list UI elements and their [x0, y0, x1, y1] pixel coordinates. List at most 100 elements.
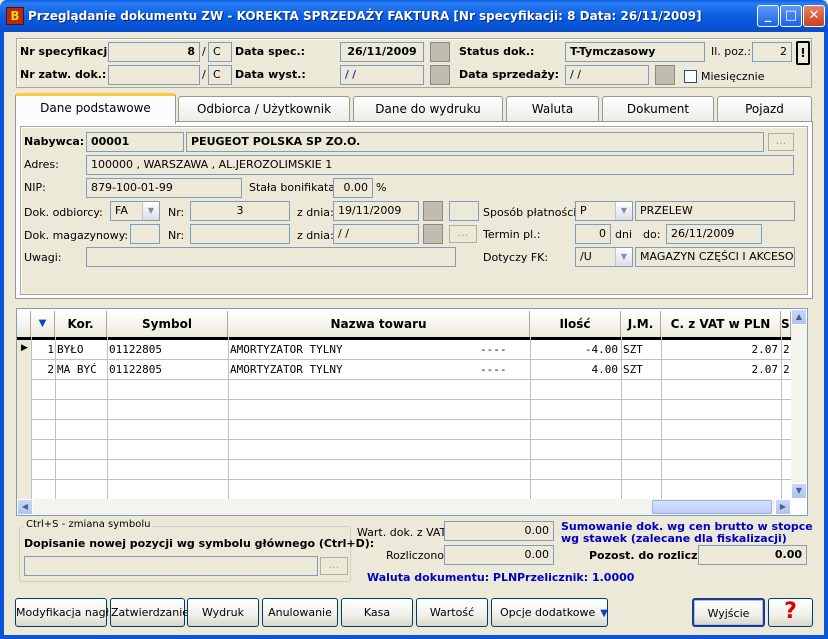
sort-down-icon[interactable]: ▼	[31, 311, 55, 337]
z-dnia-label-2: z dnia:	[297, 229, 334, 242]
data-sprz-field[interactable]: / /	[565, 65, 649, 85]
adres-field: 100000 , WARSZAWA , AL.JEROZOLIMSKIE 1	[86, 155, 794, 175]
column-header-ilosc[interactable]: Ilość	[530, 311, 621, 337]
grid-line	[781, 337, 782, 499]
modyfikacja-button[interactable]: Modyfikacja nagł.	[15, 598, 112, 627]
nip-field: 879-100-01-99	[86, 178, 242, 198]
il-poz-label: Il. poz.:	[711, 45, 751, 58]
dotyczy-fk-label: Dotyczy FK:	[483, 251, 549, 264]
nr-zatw-field[interactable]	[108, 65, 200, 85]
wydruk-button[interactable]: Wydruk	[187, 598, 259, 627]
nr-label: Nr:	[168, 206, 185, 219]
scroll-right-icon[interactable]: ▶	[775, 499, 791, 515]
current-row-arrow-icon: ▶	[21, 343, 28, 353]
opcje-dodatkowe-button[interactable]: Opcje dodatkowe ▼	[491, 598, 608, 627]
column-header-jm[interactable]: J.M.	[621, 311, 661, 337]
nabywca-name-field: PEUGEOT POLSKA SP ZO.O.	[186, 132, 764, 152]
dotyczy-fk-code: /U	[580, 250, 592, 263]
nabywca-code-field[interactable]: 00001	[86, 132, 184, 152]
tab-odbiorca[interactable]: Odbiorca / Użytkownik	[178, 96, 350, 122]
row-kor: BYŁO	[57, 343, 84, 356]
dok-magazynowy-nr-field	[190, 224, 290, 244]
tab-dane-podstawowe[interactable]: Dane podstawowe	[15, 93, 176, 124]
data-wyst-field[interactable]: / /	[340, 65, 424, 85]
nr-spec-field[interactable]: 8	[108, 42, 200, 62]
calendar-icon[interactable]	[423, 201, 443, 221]
dotyczy-fk-name: MAGAZYN CZĘŚCI I AKCESOR	[635, 247, 795, 267]
row-symbol: 01122805	[109, 343, 162, 356]
wartosc-button[interactable]: Wartość	[416, 598, 488, 627]
row-s: 2	[783, 363, 790, 376]
tab-waluta[interactable]: Waluta	[506, 96, 599, 122]
grid-line	[17, 459, 791, 460]
calendar-icon[interactable]	[423, 224, 443, 244]
scroll-down-icon[interactable]: ▼	[791, 483, 807, 499]
termin-label: Termin pl.:	[483, 228, 541, 241]
scroll-left-icon[interactable]: ◀	[17, 499, 33, 515]
data-spec-label: Data spec.:	[235, 45, 306, 58]
close-icon[interactable]: ✕	[803, 5, 825, 27]
help-icon[interactable]: ?	[768, 598, 813, 627]
dopisanie-lookup-button[interactable]: ...	[320, 557, 348, 575]
kasa-button[interactable]: Kasa	[341, 598, 413, 627]
wyjscie-button[interactable]: Wyjście	[692, 598, 765, 627]
column-header-kor[interactable]: Kor.	[55, 311, 107, 337]
nr-spec-label: Nr specyfikacji:	[20, 45, 116, 58]
minimize-icon[interactable]: _	[757, 5, 779, 27]
rozliczono-field: 0.00	[444, 545, 554, 565]
data-sprz-label: Data sprzedaży:	[459, 68, 560, 81]
nabywca-lookup-button[interactable]: ...	[768, 133, 794, 151]
wart-dok-label: Wart. dok. z VAT:	[357, 526, 449, 539]
scroll-thumb[interactable]	[652, 500, 772, 514]
nr-zatw-suffix-field[interactable]: C	[208, 65, 232, 85]
waluta-dokumentu-text: Waluta dokumentu: PLN	[367, 571, 518, 584]
calendar-icon[interactable]	[430, 65, 450, 85]
chevron-down-icon: ▼	[600, 608, 608, 619]
row-ilosc: 4.00	[591, 363, 619, 376]
column-header-cena[interactable]: C. z VAT w PLN	[661, 311, 781, 337]
ctrl-s-group-label: Ctrl+S - zmiana symbolu	[24, 519, 153, 530]
chevron-down-icon[interactable]: ▼	[142, 202, 159, 220]
dopisanie-field[interactable]	[24, 556, 318, 576]
termin-field: 0	[575, 224, 611, 244]
slash-label: /	[202, 45, 206, 58]
chevron-down-icon[interactable]: ▼	[615, 202, 632, 220]
column-header-symbol[interactable]: Symbol	[107, 311, 228, 337]
tab-dane-do-wydruku[interactable]: Dane do wydruku	[353, 96, 503, 122]
calendar-icon[interactable]	[655, 65, 675, 85]
column-header-nazwa[interactable]: Nazwa towaru	[228, 311, 530, 337]
scroll-up-icon[interactable]: ▲	[791, 309, 807, 325]
alert-button[interactable]: !	[796, 41, 810, 65]
chevron-down-icon[interactable]: ▼	[615, 248, 632, 266]
status-field[interactable]: T-Tymczasowy	[565, 42, 705, 62]
zatwierdzanie-button[interactable]: Zatwierdzanie	[110, 598, 189, 627]
uwagi-label: Uwagi:	[24, 251, 62, 264]
row-indicator-column	[17, 340, 31, 500]
column-header-s[interactable]: S	[781, 311, 791, 337]
maximize-icon[interactable]: □	[780, 5, 802, 27]
data-spec-field[interactable]: 26/11/2009	[340, 42, 424, 62]
row-nazwa: AMORTYZATOR TYLNY	[230, 343, 343, 356]
dopisanie-label: Dopisanie nowej pozycji wg symbolu główn…	[24, 537, 375, 550]
calendar-icon[interactable]	[430, 42, 450, 62]
uwagi-field[interactable]	[86, 247, 456, 267]
row-jm: SZT	[623, 363, 643, 376]
row-kor: MA BYĆ	[57, 363, 97, 376]
tab-dokument[interactable]: Dokument	[602, 96, 714, 122]
bonifikata-unit: %	[376, 181, 387, 194]
tab-pojazd[interactable]: Pojazd	[717, 96, 812, 122]
bonifikata-label: Stała bonifikata:	[249, 181, 339, 194]
vertical-scrollbar[interactable]	[791, 309, 807, 499]
anulowanie-button[interactable]: Anulowanie	[262, 598, 338, 627]
rozliczono-label: Rozliczono:	[386, 549, 448, 562]
bonifikata-field: 0.00	[333, 178, 373, 198]
dok-magazynowy-lookup-button[interactable]: ...	[449, 225, 477, 243]
row-lp: 2	[47, 363, 54, 376]
nr-spec-suffix-field[interactable]: C	[208, 42, 232, 62]
adres-label: Adres:	[24, 158, 59, 171]
miesiecznie-checkbox[interactable]	[684, 70, 697, 83]
z-dnia-label: z dnia:	[297, 206, 334, 219]
dok-odbiorcy-label: Dok. odbiorcy:	[24, 206, 103, 219]
dok-odbiorcy-nr-field: 3	[190, 201, 290, 221]
grid-line	[17, 479, 791, 480]
